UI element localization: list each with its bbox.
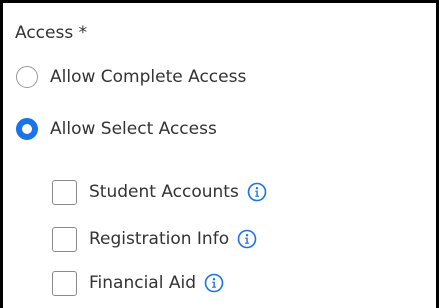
radio-button-selected[interactable] xyxy=(16,118,38,140)
radio-allow-complete-access[interactable]: Allow Complete Access xyxy=(16,63,246,91)
checkbox-label-student-accounts[interactable]: Student Accounts xyxy=(89,182,239,202)
access-panel: Access * Allow Complete Access Allow Sel… xyxy=(0,0,439,308)
checkbox-registration-info[interactable] xyxy=(52,226,77,252)
info-icon[interactable] xyxy=(247,182,267,202)
checkbox-row-financial-aid[interactable]: Financial Aid xyxy=(52,269,224,297)
info-icon[interactable] xyxy=(204,273,224,293)
info-icon[interactable] xyxy=(237,229,257,249)
radio-allow-select-access[interactable]: Allow Select Access xyxy=(16,115,217,143)
radio-button-unselected[interactable] xyxy=(16,66,38,88)
checkbox-row-student-accounts[interactable]: Student Accounts xyxy=(52,178,267,206)
checkbox-row-registration-info[interactable]: Registration Info xyxy=(52,225,257,253)
access-field-label: Access * xyxy=(15,23,88,43)
checkbox-label-financial-aid[interactable]: Financial Aid xyxy=(89,273,196,293)
radio-label-complete-access[interactable]: Allow Complete Access xyxy=(50,67,246,87)
checkbox-label-registration-info[interactable]: Registration Info xyxy=(89,229,229,249)
radio-label-select-access[interactable]: Allow Select Access xyxy=(50,119,217,139)
checkbox-student-accounts[interactable] xyxy=(52,179,77,205)
checkbox-financial-aid[interactable] xyxy=(52,270,77,296)
